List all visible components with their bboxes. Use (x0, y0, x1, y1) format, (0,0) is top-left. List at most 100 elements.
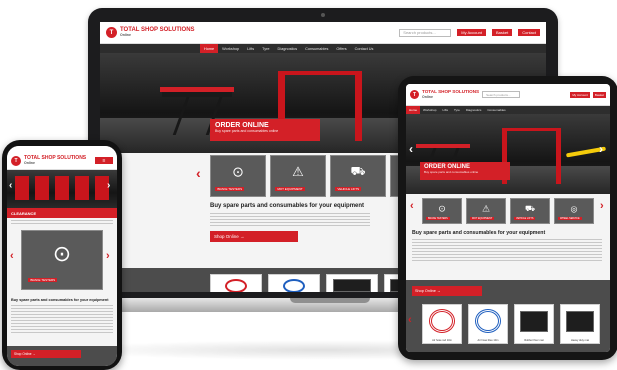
product-card[interactable]: Air hose blue 10m (468, 304, 508, 344)
nav-item-tyre[interactable]: Tyre (451, 106, 463, 114)
category-label: VEHICLE LIFTS (335, 187, 362, 192)
brake-icon: ⊙ (52, 241, 72, 267)
nav-item-consumables[interactable]: Consumables (484, 106, 508, 114)
chevron-right-icon[interactable]: › (600, 200, 604, 212)
chevron-right-icon[interactable]: › (106, 250, 110, 262)
main-nav: Home Workshop Lifts Tyre Diagnostics Con… (406, 106, 610, 114)
nav-item-tyre[interactable]: Tyre (258, 44, 273, 53)
hero-banner: ORDER ONLINE Buy spare parts and consuma… (406, 114, 610, 194)
category-mot[interactable]: ⚠ MOT EQUIPMENT (466, 198, 506, 224)
phone-screen: T TOTAL SHOP SOLUTIONS Online ≡ ‹ › CLEAR… (7, 146, 117, 366)
mat-icon (333, 278, 371, 292)
account-button[interactable]: My Account (457, 29, 486, 36)
hero-banner: ‹ › (7, 170, 117, 208)
main-nav: Home Workshop Lifts Tyre Diagnostics Con… (100, 44, 546, 53)
nav-item-home[interactable]: Home (200, 44, 219, 53)
logo[interactable]: T TOTAL SHOP SOLUTIONS Online (410, 88, 480, 99)
product-band: Shop Online → (7, 346, 117, 366)
chevron-left-icon[interactable]: ‹ (409, 142, 413, 156)
contact-button[interactable]: Contact (518, 29, 540, 36)
product-image (75, 176, 89, 200)
nav-item-workshop[interactable]: Workshop (218, 44, 243, 53)
product-card[interactable]: Heavy duty mat (560, 304, 600, 344)
shop-online-button[interactable]: Shop Online → (210, 231, 298, 242)
wheel-icon: ◎ (570, 204, 578, 214)
shop-online-button[interactable]: Shop Online → (11, 350, 81, 358)
site-header: T TOTAL SHOP SOLUTIONS Online Search prod… (100, 22, 546, 44)
product-caption: Air hose red 10m (432, 339, 452, 342)
category-label: WHEEL SERVICE (558, 217, 582, 221)
hero-cta-banner[interactable]: ORDER ONLINE Buy spare parts and consuma… (420, 162, 510, 180)
lift-post-right (355, 71, 362, 141)
basket-button[interactable]: Basket (491, 29, 513, 36)
logo-icon: T (11, 155, 21, 166)
nav-item-lifts[interactable]: Lifts (439, 106, 451, 114)
brake-icon: ⊙ (232, 163, 244, 180)
nav-item-diagnostics[interactable]: Diagnostics (274, 44, 302, 53)
product-card[interactable]: Air hose red 10m (422, 304, 462, 344)
logo-icon: T (410, 90, 419, 99)
hero-cta-banner[interactable]: ORDER ONLINE Buy spare parts and consuma… (210, 119, 320, 141)
nav-item-lifts[interactable]: Lifts (243, 44, 258, 53)
category-carousel: ⊙ BRAKE TESTERS ‹ › (7, 226, 117, 296)
logo-text: TOTAL SHOP SOLUTIONS Online (422, 88, 480, 99)
site-header: T TOTAL SHOP SOLUTIONS Online ≡ (7, 146, 117, 170)
mot-triangle-icon: ⚠ (292, 164, 304, 179)
category-label: BRAKE TESTERS (426, 217, 450, 221)
chevron-left-icon[interactable]: ‹ (410, 200, 414, 212)
logo-text: TOTAL SHOP SOLUTIONS Online (120, 27, 195, 38)
main-section: Buy spare parts and consumables for your… (406, 226, 610, 261)
product-card[interactable] (268, 274, 320, 292)
nav-item-contact[interactable]: Contact Us (351, 44, 378, 53)
logo[interactable]: T TOTAL SHOP SOLUTIONS Online (11, 155, 86, 166)
category-lifts[interactable]: ⛟ VEHICLE LIFTS (510, 198, 550, 224)
nav-item-home[interactable]: Home (406, 106, 421, 114)
tablet-device: T TOTAL SHOP SOLUTIONS Online Search prod… (398, 76, 617, 360)
tablet-screen: T TOTAL SHOP SOLUTIONS Online Search prod… (406, 84, 610, 352)
category-wheel[interactable]: ◎ WHEEL SERVICE (554, 198, 594, 224)
body-text (11, 305, 113, 335)
category-brake[interactable]: ⊙ BRAKE TESTERS (210, 155, 266, 197)
chevron-right-icon[interactable]: › (599, 142, 603, 156)
brake-icon: ⊙ (438, 203, 446, 214)
product-card[interactable] (326, 274, 378, 292)
account-button[interactable]: My Account (570, 91, 590, 98)
product-caption: Air hose blue 10m (477, 339, 499, 342)
mot-triangle-icon: ⚠ (481, 203, 491, 214)
product-card[interactable] (210, 274, 262, 292)
lift-icon: ⛟ (350, 164, 366, 178)
category-label: BRAKE TESTERS (28, 278, 58, 283)
nav-item-consumables[interactable]: Consumables (301, 44, 332, 53)
body-text (11, 220, 113, 224)
laptop-notch (290, 298, 370, 303)
chevron-left-icon[interactable]: ‹ (408, 314, 412, 326)
phone-device: T TOTAL SHOP SOLUTIONS Online ≡ ‹ › CLEAR… (2, 140, 122, 370)
nav-item-workshop[interactable]: Workshop (420, 106, 439, 114)
basket-button[interactable]: Basket (592, 91, 606, 98)
camera-icon (321, 13, 325, 17)
nav-item-diagnostics[interactable]: Diagnostics (463, 106, 485, 114)
product-image (15, 176, 29, 200)
search-input[interactable]: Search products... (399, 28, 452, 37)
chevron-left-icon[interactable]: ‹ (196, 165, 201, 181)
lift-crossbar (502, 128, 561, 131)
category-lifts[interactable]: ⛟ VEHICLE LIFTS (330, 155, 386, 197)
product-card[interactable]: Rubber floor mat (514, 304, 554, 344)
category-brake[interactable]: ⊙ BRAKE TESTERS (21, 230, 103, 290)
search-input[interactable]: Search products... (482, 91, 521, 98)
scissor-lift-top (160, 87, 234, 92)
product-caption: Rubber floor mat (524, 339, 544, 342)
category-mot[interactable]: ⚠ MOT EQUIPMENT (270, 155, 326, 197)
site-header: T TOTAL SHOP SOLUTIONS Online Search prod… (406, 84, 610, 106)
hose-icon (283, 279, 305, 292)
logo[interactable]: T TOTAL SHOP SOLUTIONS Online (106, 27, 195, 38)
menu-icon[interactable]: ≡ (95, 157, 113, 164)
nav-item-offers[interactable]: Offers (332, 44, 350, 53)
chevron-left-icon[interactable]: ‹ (9, 180, 12, 191)
shop-online-button[interactable]: Shop Online → (412, 286, 482, 296)
chevron-right-icon[interactable]: › (107, 180, 110, 191)
clearance-banner[interactable]: CLEARANCE (7, 208, 117, 218)
chevron-left-icon[interactable]: ‹ (10, 250, 14, 262)
category-brake[interactable]: ⊙ BRAKE TESTERS (422, 198, 462, 224)
product-image (35, 176, 49, 200)
